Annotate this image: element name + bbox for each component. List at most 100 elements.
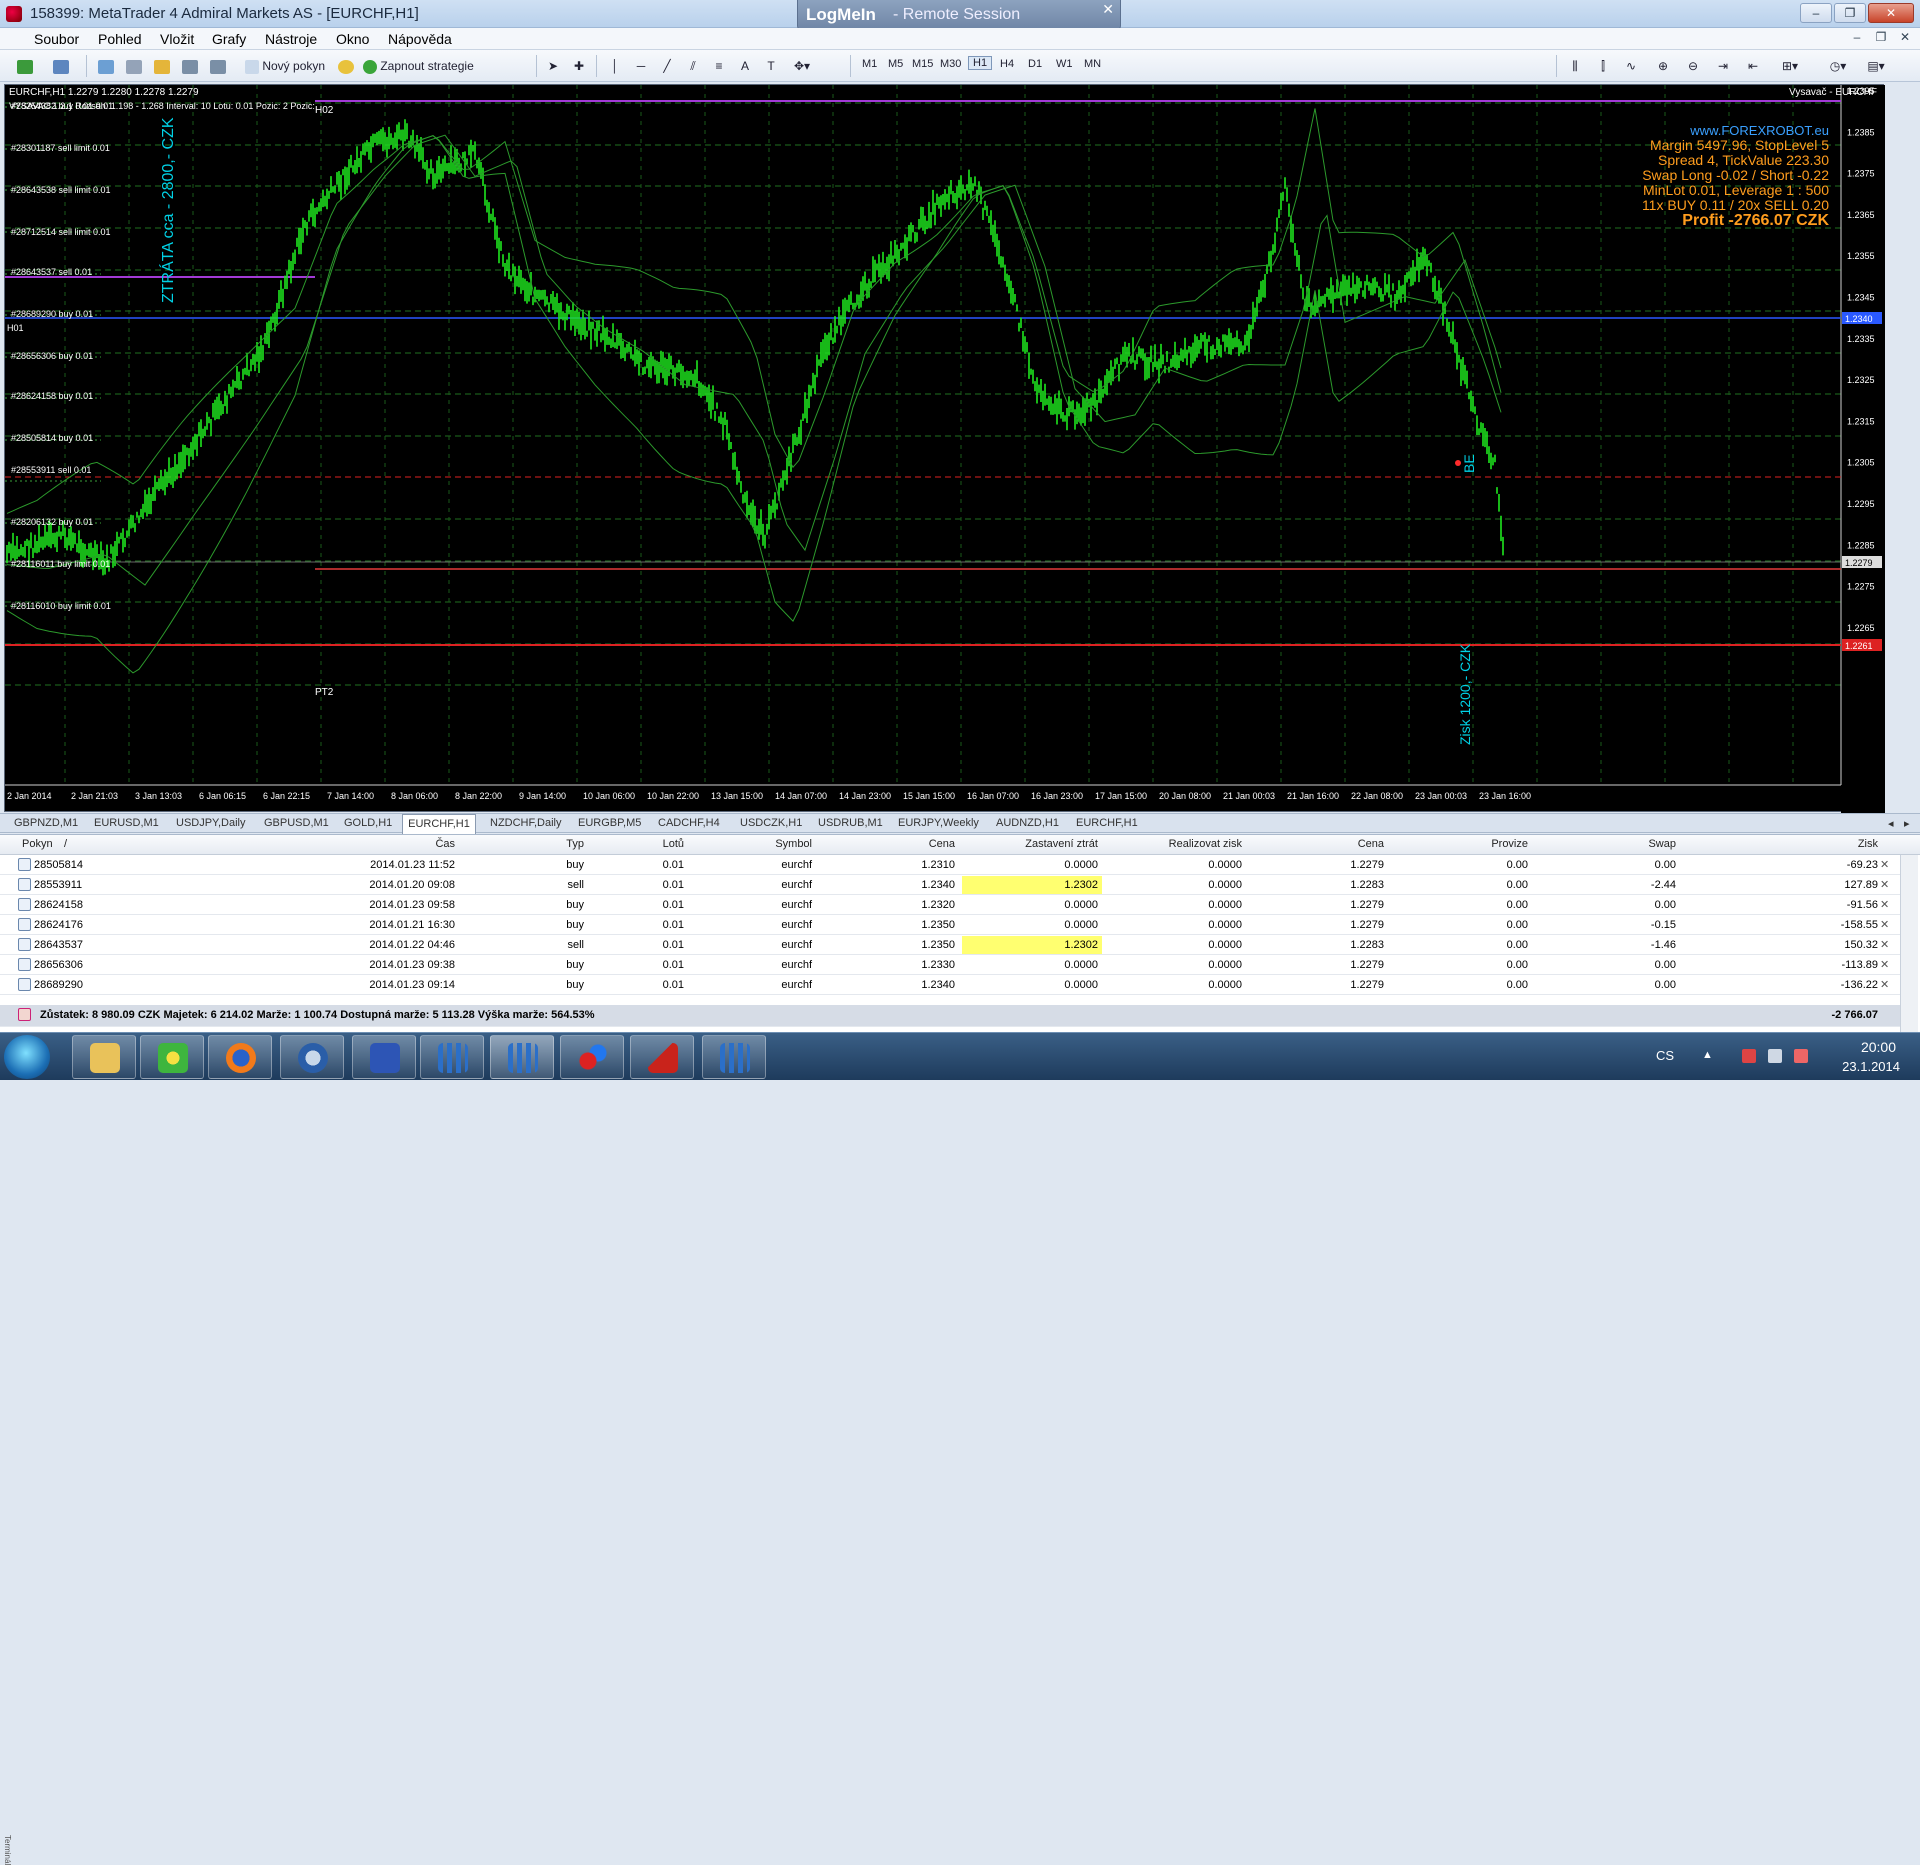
taskbar-firefox[interactable] — [208, 1035, 272, 1079]
line-chart-button[interactable]: ∿ — [1622, 56, 1640, 76]
tf-mn[interactable]: MN — [1084, 58, 1101, 70]
menu-vlozit[interactable]: Vložit — [160, 31, 194, 47]
close-order-icon[interactable]: ✕ — [1880, 978, 1889, 991]
tf-h4[interactable]: H4 — [1000, 58, 1014, 70]
menu-napoveda[interactable]: Nápověda — [388, 31, 452, 47]
templates-button[interactable]: ▤▾ — [1862, 56, 1890, 76]
menu-grafy[interactable]: Grafy — [212, 31, 246, 47]
new-order-button[interactable]: Nový pokyn — [244, 56, 328, 76]
close-icon[interactable]: ✕ — [1102, 1, 1114, 18]
table-row[interactable]: 28553911 2014.01.20 09:08 sell 0.01 eurchf 1.… — [0, 875, 1900, 895]
clock-time[interactable]: 20:00 — [1861, 1039, 1896, 1055]
table-row[interactable]: 28689290 2014.01.23 09:14 buy 0.01 eurchf 1.2… — [0, 975, 1900, 995]
chart-tab-active[interactable]: EURCHF,H1 — [402, 814, 476, 834]
navigator-button[interactable] — [152, 56, 172, 76]
col-swap[interactable]: Swap — [1560, 838, 1676, 850]
chart-tab[interactable]: CADCHF,H4 — [658, 816, 720, 832]
tf-m30[interactable]: M30 — [940, 58, 961, 70]
close-order-icon[interactable]: ✕ — [1880, 918, 1889, 931]
taskbar-save[interactable] — [352, 1035, 416, 1079]
chart-tab[interactable]: USDRUB,M1 — [818, 816, 883, 832]
mdi-close-button[interactable]: ✕ — [1896, 30, 1914, 44]
table-row[interactable]: 28624176 2014.01.21 16:30 buy 0.01 eurchf 1.2… — [0, 915, 1900, 935]
taskbar-logmein[interactable] — [560, 1035, 624, 1079]
taskbar-icq[interactable] — [140, 1035, 204, 1079]
col-zisk[interactable]: Zisk — [1740, 838, 1878, 850]
table-row[interactable]: 28643537 2014.01.22 04:46 sell 0.01 eurchf 1.… — [0, 935, 1900, 955]
profiles-button[interactable] — [44, 56, 78, 76]
tester-button[interactable] — [208, 56, 228, 76]
autotrading-button[interactable]: Zapnout strategie — [362, 56, 484, 76]
display-icon[interactable] — [1768, 1049, 1782, 1063]
chart-tab[interactable]: EURUSD,M1 — [94, 816, 159, 832]
menu-pohled[interactable]: Pohled — [98, 31, 142, 47]
taskbar-autocad[interactable] — [630, 1035, 694, 1079]
chart-tab[interactable]: EURGBP,M5 — [578, 816, 641, 832]
close-order-icon[interactable]: ✕ — [1880, 878, 1889, 891]
price-chart[interactable]: 1.2395 1.2385 1.2375 1.2365 1.2355 1.2345 1.23… — [4, 84, 1885, 813]
minimize-button[interactable]: ‒ — [1800, 3, 1832, 23]
col-typ[interactable]: Typ — [500, 838, 584, 850]
col-cena[interactable]: Cena — [860, 838, 955, 850]
metaeditor-button[interactable] — [336, 56, 356, 76]
table-row[interactable]: 28624158 2014.01.23 09:58 buy 0.01 eurchf 1.2… — [0, 895, 1900, 915]
terminal-scrollbar[interactable] — [1900, 855, 1918, 1033]
trendline-tool[interactable]: ╱ — [658, 56, 676, 76]
clock-date[interactable]: 23.1.2014 — [1842, 1059, 1900, 1074]
tf-w1[interactable]: W1 — [1056, 58, 1073, 70]
zoom-in-button[interactable]: ⊕ — [1654, 56, 1672, 76]
col-cena-current[interactable]: Cena — [1280, 838, 1384, 850]
autoscroll-button[interactable]: ⇥ — [1714, 56, 1732, 76]
tray-up-arrow-icon[interactable]: ▲ — [1702, 1049, 1716, 1063]
language-indicator[interactable]: CS — [1656, 1048, 1674, 1063]
channel-tool[interactable]: ⫽ — [684, 56, 702, 76]
chart-tab[interactable]: USDJPY,Daily — [176, 816, 246, 832]
new-chart-button[interactable] — [8, 56, 42, 76]
menu-okno[interactable]: Okno — [336, 31, 369, 47]
tabs-right-arrow-icon[interactable]: ▸ — [1904, 816, 1910, 832]
vertical-line-tool[interactable]: │ — [606, 56, 624, 76]
taskbar-mt4-1[interactable] — [420, 1035, 484, 1079]
chart-shift-button[interactable]: ⇤ — [1744, 56, 1762, 76]
chart-tab[interactable]: EURJPY,Weekly — [898, 816, 979, 832]
close-order-icon[interactable]: ✕ — [1880, 958, 1889, 971]
menu-nastroje[interactable]: Nástroje — [265, 31, 317, 47]
col-symbol[interactable]: Symbol — [700, 838, 812, 850]
chart-tab[interactable]: GBPNZD,M1 — [14, 816, 78, 832]
fibo-tool[interactable]: ≡ — [710, 56, 728, 76]
col-zastaveni-ztrat[interactable]: Zastavení ztrát — [960, 838, 1098, 850]
start-button[interactable] — [4, 1035, 50, 1079]
close-order-icon[interactable]: ✕ — [1880, 898, 1889, 911]
tf-m1[interactable]: M1 — [862, 58, 877, 70]
maximize-button[interactable]: ❐ — [1834, 3, 1866, 23]
chart-tab[interactable]: USDCZK,H1 — [740, 816, 802, 832]
col-lotu[interactable]: Lotů — [600, 838, 684, 850]
chart-tab[interactable]: NZDCHF,Daily — [490, 816, 562, 832]
tf-m5[interactable]: M5 — [888, 58, 903, 70]
chart-tab[interactable]: AUDNZD,H1 — [996, 816, 1059, 832]
close-order-icon[interactable]: ✕ — [1880, 858, 1889, 871]
zoom-out-button[interactable]: ⊖ — [1684, 56, 1702, 76]
market-watch-button[interactable] — [96, 56, 116, 76]
chart-tab[interactable]: EURCHF,H1 — [1076, 816, 1138, 832]
col-realizovat-zisk[interactable]: Realizovat zisk — [1100, 838, 1242, 850]
tf-h1[interactable]: H1 — [968, 56, 993, 70]
table-row[interactable]: 28505814 2014.01.23 11:52 buy 0.01 eurchf 1.2… — [0, 855, 1900, 875]
periods-button[interactable]: ◷▾ — [1824, 56, 1852, 76]
close-order-icon[interactable]: ✕ — [1880, 938, 1889, 951]
text-tool[interactable]: A — [736, 56, 754, 76]
tabs-left-arrow-icon[interactable]: ◂ — [1888, 816, 1894, 832]
tf-m15[interactable]: M15 — [912, 58, 933, 70]
crosshair-tool[interactable]: ✚ — [570, 56, 588, 76]
taskbar-thunderbird[interactable] — [280, 1035, 344, 1079]
table-row[interactable]: 28656306 2014.01.23 09:38 buy 0.01 eurchf 1.2… — [0, 955, 1900, 975]
taskbar-mt4-3[interactable] — [702, 1035, 766, 1079]
col-cas[interactable]: Čas — [360, 838, 455, 850]
col-provize[interactable]: Provize — [1400, 838, 1528, 850]
horizontal-line-tool[interactable]: ─ — [632, 56, 650, 76]
chart-tab[interactable]: GOLD,H1 — [344, 816, 392, 832]
menu-soubor[interactable]: Soubor — [34, 31, 79, 47]
taskbar-explorer[interactable] — [72, 1035, 136, 1079]
arrows-tool[interactable]: ✥▾ — [788, 56, 816, 76]
data-window-button[interactable] — [124, 56, 144, 76]
